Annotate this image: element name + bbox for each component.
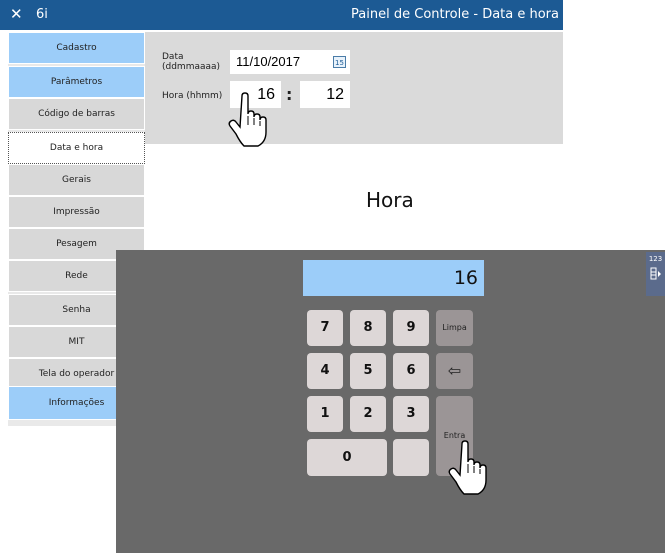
key-3[interactable]: 3 <box>393 396 429 432</box>
clear-button[interactable]: Limpa <box>436 310 473 346</box>
window-title: Painel de Controle - Data e hora <box>351 7 559 22</box>
backspace-button[interactable]: ⇦ <box>436 353 473 389</box>
blank-key[interactable] <box>393 439 429 476</box>
title-bar: ✕ 6i Painel de Controle - Data e hora <box>0 0 563 30</box>
keypad-display: 16 <box>303 260 484 296</box>
hand-cursor-icon <box>228 92 267 147</box>
date-label-line1: Data <box>162 52 184 62</box>
keypad-title: Hora <box>366 188 414 212</box>
keyboard-switch-label: 123 <box>648 255 663 263</box>
key-4[interactable]: 4 <box>307 353 343 389</box>
key-8[interactable]: 8 <box>350 310 386 346</box>
date-label-line2: (ddmmaaaa) <box>162 62 221 72</box>
sidebar-item-parametros[interactable]: Parâmetros <box>8 66 145 98</box>
calendar-icon[interactable]: 15 <box>333 56 346 68</box>
time-separator: : <box>286 85 293 104</box>
sidebar-item-data-e-hora[interactable]: Data e hora <box>8 132 145 164</box>
keyboard-switch-tab[interactable]: 123 <box>646 252 665 296</box>
hand-cursor-icon <box>448 440 487 495</box>
close-icon[interactable]: ✕ <box>10 5 23 23</box>
sidebar-item-cadastro[interactable]: Cadastro <box>8 32 145 64</box>
key-5[interactable]: 5 <box>350 353 386 389</box>
form-panel <box>145 32 563 144</box>
key-9[interactable]: 9 <box>393 310 429 346</box>
sidebar-item-impressao[interactable]: Impressão <box>8 196 145 228</box>
time-label: Hora (hhmm) <box>162 91 223 101</box>
key-2[interactable]: 2 <box>350 396 386 432</box>
sidebar-item-gerais[interactable]: Gerais <box>8 164 145 196</box>
date-field[interactable]: 11/10/2017 <box>230 50 350 74</box>
key-0[interactable]: 0 <box>307 439 387 476</box>
key-7[interactable]: 7 <box>307 310 343 346</box>
app-name: 6i <box>36 7 48 22</box>
minute-field[interactable]: 12 <box>300 81 350 108</box>
key-6[interactable]: 6 <box>393 353 429 389</box>
keyboard-arrow-icon <box>650 267 661 280</box>
sidebar-item-codigo-de-barras[interactable]: Código de barras <box>8 98 145 130</box>
key-1[interactable]: 1 <box>307 396 343 432</box>
date-label: Data (ddmmaaaa) <box>162 52 220 72</box>
